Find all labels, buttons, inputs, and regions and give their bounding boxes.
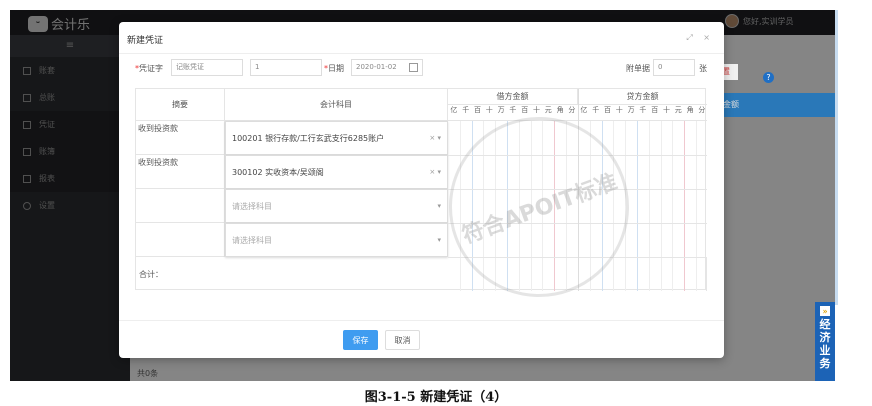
digit-header: 百 (473, 106, 481, 114)
grid-line (589, 121, 591, 291)
grid-line (578, 89, 579, 291)
attachments-unit: 张 (699, 64, 707, 73)
scrollbar[interactable] (835, 10, 838, 305)
digit-header: 万 (627, 106, 635, 114)
digit-header: 百 (521, 106, 529, 114)
digit-header: 十 (662, 106, 670, 114)
digit-header: 万 (497, 106, 505, 114)
digit-header: 十 (532, 106, 540, 114)
chevron-down-icon: ▾ (437, 236, 441, 244)
grid-line (625, 121, 627, 291)
grid-line (672, 121, 674, 291)
record-count: 共0条 (137, 369, 159, 378)
date-label: *日期 (324, 64, 344, 73)
grid-line (483, 121, 485, 291)
new-voucher-dialog: 新建凭证 ⤢ × *凭证字 记账凭证 1 *日期 2020-01-02 附单据 … (119, 22, 724, 358)
grid-line (554, 121, 556, 291)
summary-cell[interactable]: 收到投资款 (136, 155, 225, 189)
dialog-title: 新建凭证 (127, 36, 164, 46)
grid-line (637, 121, 638, 291)
digit-header: 千 (462, 106, 470, 114)
digit-header: 千 (639, 106, 647, 114)
grid-line (507, 121, 508, 291)
chevron-down-icon: ▾ (437, 202, 441, 210)
economic-business-tab[interactable]: » 经济业务 (815, 302, 835, 381)
grid-line (660, 121, 662, 291)
grid-line (648, 121, 650, 291)
digit-header: 亿 (450, 106, 458, 114)
table-header-amount: 金额 (715, 93, 835, 117)
voucher-table: 摘要 会计科目 借方金额 贷方金额 收到投资款 收到投资款 合计： 100201… (135, 88, 707, 291)
digit-header: 角 (686, 106, 694, 114)
account-select[interactable]: 300102 实收资本/吴颂阁 × ▾ (225, 155, 448, 189)
date-input[interactable]: 2020-01-02 (351, 59, 423, 76)
grid-line (601, 121, 603, 291)
digit-header: 百 (603, 106, 611, 114)
digit-header: 十 (485, 106, 493, 114)
header-debit: 借方金额 (448, 89, 578, 105)
digit-header: 亿 (580, 106, 588, 114)
digit-header: 千 (592, 106, 600, 114)
grid-line (471, 121, 473, 291)
expand-icon: » (820, 306, 830, 316)
grid-line (566, 121, 567, 291)
digit-header: 百 (651, 106, 659, 114)
save-button[interactable]: 保存 (343, 330, 378, 350)
account-select[interactable]: 100201 银行存款/工行玄武支行6285账户 × ▾ (225, 121, 448, 155)
divider (119, 53, 724, 54)
attachments-input[interactable]: 0 (653, 59, 695, 76)
grid-line (495, 121, 497, 291)
digit-header: 元 (674, 106, 682, 114)
attachments-label: 附单据 (626, 64, 650, 73)
digit-header: 角 (556, 106, 564, 114)
grid-line (518, 121, 520, 291)
summary-cell[interactable] (136, 189, 225, 223)
cancel-button[interactable]: 取消 (385, 330, 420, 350)
clear-chevron-icon: × ▾ (429, 168, 441, 176)
voucher-type-input[interactable]: 记账凭证 (171, 59, 243, 76)
dialog-window-controls[interactable]: ⤢ × (686, 33, 714, 43)
help-icon[interactable]: ? (763, 72, 774, 83)
summary-cell[interactable]: 收到投资款 (136, 121, 225, 155)
account-select[interactable]: 请选择科目 ▾ (225, 223, 448, 257)
grid-line (613, 121, 615, 291)
account-select[interactable]: 请选择科目 ▾ (225, 189, 448, 223)
voucher-number-input[interactable]: 1 (250, 59, 322, 76)
header-credit: 贷方金额 (578, 89, 707, 105)
total-row-label: 合计： (136, 257, 707, 291)
digit-header: 千 (509, 106, 517, 114)
header-account: 会计科目 (225, 89, 448, 121)
grid-line (542, 121, 544, 291)
digit-header: 分 (568, 106, 576, 114)
economic-business-label: 经济业务 (819, 318, 831, 370)
grid-line (696, 121, 697, 291)
grid-line (459, 121, 461, 291)
grid-line (684, 121, 686, 291)
divider (119, 320, 724, 321)
figure-caption: 图3-1-5 新建凭证（4） (364, 390, 508, 405)
digit-header: 分 (698, 106, 706, 114)
digit-header: 十 (615, 106, 623, 114)
header-summary: 摘要 (136, 89, 225, 121)
clear-chevron-icon: × ▾ (429, 134, 441, 142)
calendar-icon[interactable] (409, 63, 418, 72)
digit-header: 元 (544, 106, 552, 114)
voucher-type-label: *凭证字 (135, 64, 163, 73)
summary-cell[interactable] (136, 223, 225, 257)
grid-line (530, 121, 532, 291)
